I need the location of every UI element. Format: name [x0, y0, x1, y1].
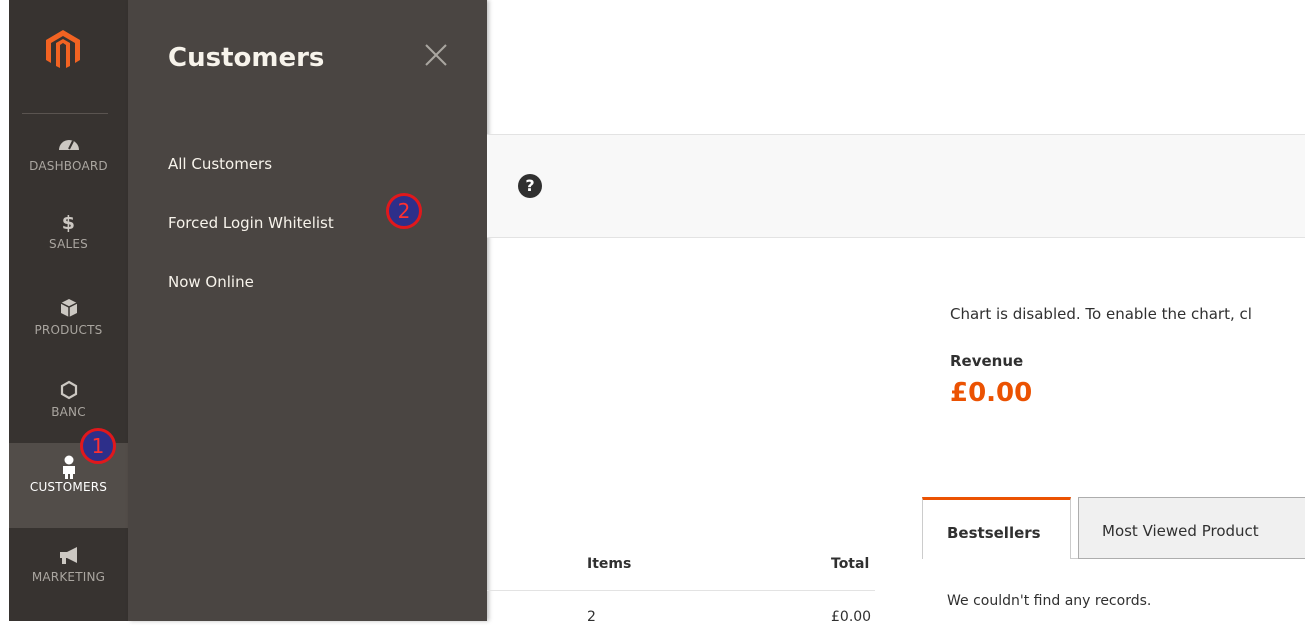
nav-item-dashboard[interactable]: DASHBOARD	[9, 134, 128, 184]
nav-item-label: BANC	[51, 405, 86, 419]
magento-logo-icon[interactable]	[46, 30, 80, 70]
nav-item-label: MARKETING	[31, 570, 106, 584]
megaphone-icon	[9, 545, 128, 567]
close-icon[interactable]	[423, 42, 449, 68]
admin-nav: DASHBOARD $ SALES PRODUCTS BANC CUSTOMER…	[0, 0, 128, 621]
column-header-total: Total	[831, 556, 870, 572]
tab-bestsellers[interactable]: Bestsellers	[922, 497, 1071, 559]
no-records-message: We couldn't find any records.	[947, 593, 1152, 609]
submenu-title: Customers	[168, 43, 325, 73]
table-cell-total: £0.00	[831, 609, 872, 625]
nav-item-label: PRODUCTS	[34, 323, 103, 337]
table-divider	[487, 590, 875, 591]
chart-disabled-message: Chart is disabled. To enable the chart, …	[950, 305, 1252, 323]
dollar-icon: $	[61, 212, 76, 234]
annotation-marker: 2	[386, 193, 422, 229]
cube-icon	[9, 298, 128, 320]
page-actions-bar	[487, 134, 1305, 238]
dashboard-icon	[9, 134, 128, 156]
help-icon[interactable]: ?	[518, 174, 542, 198]
revenue-label: Revenue	[950, 352, 1024, 370]
submenu-link-all-customers[interactable]: All Customers	[168, 155, 272, 173]
table-cell-items: 2	[587, 609, 596, 625]
nav-item-label: CUSTOMERS	[29, 480, 108, 494]
annotation-marker: 1	[80, 428, 116, 464]
nav-item-products[interactable]: PRODUCTS	[9, 298, 128, 348]
submenu-link-forced-login-whitelist[interactable]: Forced Login Whitelist	[168, 214, 334, 232]
column-header-items: Items	[587, 556, 632, 572]
tab-most-viewed-products[interactable]: Most Viewed Product	[1078, 497, 1305, 559]
nav-item-label: DASHBOARD	[29, 159, 108, 173]
nav-item-marketing[interactable]: MARKETING	[9, 545, 128, 595]
nav-item-label: SALES	[49, 237, 88, 251]
submenu-link-now-online[interactable]: Now Online	[168, 273, 254, 291]
nav-divider	[22, 113, 108, 114]
nav-item-banc[interactable]: BANC	[9, 380, 128, 430]
nav-item-sales[interactable]: $ SALES	[9, 212, 128, 262]
customers-submenu: Customers All Customers Forced Login Whi…	[128, 0, 487, 621]
revenue-value: £0.00	[950, 378, 1033, 408]
window-edge	[0, 0, 9, 621]
hexagon-icon	[9, 380, 128, 402]
